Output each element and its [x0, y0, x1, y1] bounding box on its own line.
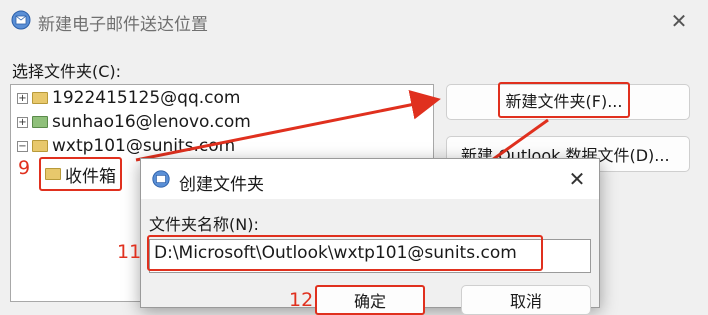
folder-name-input[interactable]: D:\Microsoft\Outlook\wxtp101@sunits.com [147, 235, 543, 271]
close-icon[interactable]: ✕ [563, 165, 591, 193]
create-folder-dialog: 创建文件夹 ✕ 文件夹名称(N): 11 D:\Microsoft\Outloo… [117, 158, 600, 315]
cancel-button[interactable]: 取消 [461, 285, 591, 315]
arrow-to-new-folder [135, 90, 441, 162]
ok-button[interactable]: 确定 [315, 285, 425, 315]
step-label-12: 12 [289, 289, 314, 311]
dialog-title: 创建文件夹 [179, 175, 264, 195]
folder-name-label: 文件夹名称(N): [149, 215, 259, 234]
outlook-dialog-icon [152, 170, 170, 188]
step-label-11: 11 [117, 241, 142, 263]
